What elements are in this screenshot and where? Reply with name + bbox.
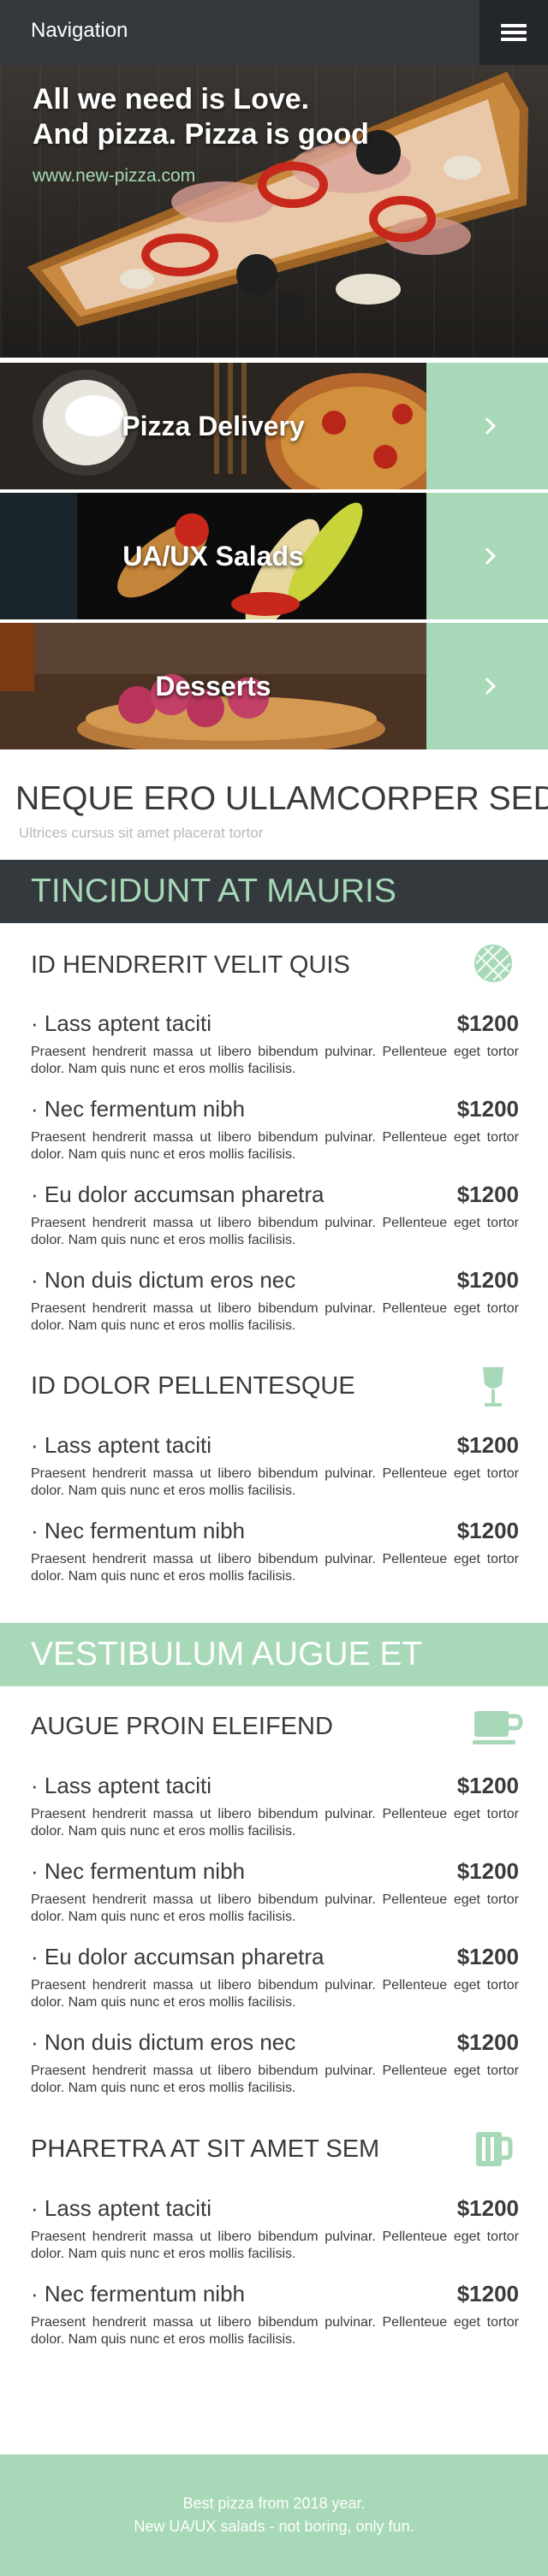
item-name: · Non duis dictum eros nec [31,1267,296,1293]
item-name: · Nec fermentum nibh [31,1096,245,1122]
menu-button[interactable] [480,0,548,65]
hero-title: All we need is Love. And pizza. Pizza is… [33,83,369,151]
menu-item[interactable]: · Lass aptent taciti $1200 Praesent hendr… [31,1773,519,1840]
item-name: · Nec fermentum nibh [31,2281,245,2307]
item-description: Praesent hendrerit massa ut libero biben… [31,2064,519,2095]
menu-item[interactable]: · Nec fermentum nibh $1200 Praesent hendr… [31,1518,519,1585]
menu-item[interactable]: · Lass aptent taciti $1200 Praesent hendr… [31,1010,519,1078]
item-description: Praesent hendrerit massa ut libero biben… [31,1466,519,1498]
category-label: Pizza Delivery [122,410,305,441]
category-label: Desserts [155,670,271,702]
wine-glass-icon [483,1367,503,1406]
nav-title[interactable]: Navigation [31,19,128,43]
chevron-right-icon [479,548,496,565]
section-title-bar: VESTIBULUM AUGUE ET [0,1623,548,1686]
item-description: Praesent hendrerit massa ut libero biben… [31,2230,519,2261]
item-description: Praesent hendrerit massa ut libero biben… [31,2315,519,2347]
item-description: Praesent hendrerit massa ut libero biben… [31,1892,519,1924]
footer-line-2: New UA/UX salads - not boring, only fun. [134,2518,414,2535]
item-description: Praesent hendrerit massa ut libero biben… [31,1045,519,1076]
menu-item[interactable]: · Lass aptent taciti $1200 Praesent hendr… [31,2195,519,2263]
top-nav: Navigation [0,0,548,65]
item-name: · Nec fermentum nibh [31,1518,245,1543]
item-description: Praesent hendrerit massa ut libero biben… [31,1552,519,1584]
page-subheadline: Ultrices cursus sit amet placerat tortor [19,825,264,841]
item-price: $1200 [456,1267,519,1293]
item-description: Praesent hendrerit massa ut libero biben… [31,1130,519,1162]
category-arrow-button[interactable] [426,623,548,749]
category-desserts[interactable]: Desserts [0,623,548,749]
footer-line-1: Best pizza from 2018 year. [182,2495,366,2512]
menu-group-title: ID HENDRERIT VELIT QUIS [31,951,350,979]
item-description: Praesent hendrerit massa ut libero biben… [31,1301,519,1333]
menu-item[interactable]: · Eu dolor accumsan pharetra $1200 Praese… [31,1181,519,1249]
category-pizza-delivery[interactable]: Pizza Delivery [0,363,548,489]
item-name: · Lass aptent taciti [31,2195,211,2221]
item-price: $1200 [456,1773,519,1798]
menu-item[interactable]: · Eu dolor accumsan pharetra $1200 Praese… [31,1944,519,2011]
footer: Best pizza from 2018 year. New UA/UX sal… [0,2455,548,2576]
beer-mug-icon [476,2132,513,2166]
item-description: Praesent hendrerit massa ut libero biben… [31,1216,519,1247]
menu-item[interactable]: · Lass aptent taciti $1200 Praesent hendr… [31,1432,519,1500]
hero-banner: All we need is Love. And pizza. Pizza is… [0,65,548,358]
page-headline: NEQUE ERO ULLAMCORPER SED [15,780,548,817]
item-price: $1200 [456,2195,519,2221]
menu-item[interactable]: · Nec fermentum nibh $1200 Praesent hendr… [31,1858,519,1926]
item-description: Praesent hendrerit massa ut libero biben… [31,1807,519,1839]
item-name: · Lass aptent taciti [31,1432,211,1458]
menu-group-title: AUGUE PROIN ELEIFEND [31,1713,333,1740]
category-label: UA/UX Salads [122,540,304,571]
category-arrow-button[interactable] [426,363,548,489]
item-name: · Lass aptent taciti [31,1010,211,1036]
category-arrow-button[interactable] [426,493,548,619]
item-price: $1200 [456,1432,519,1458]
chevron-right-icon [479,678,496,695]
item-name: · Non duis dictum eros nec [31,2029,296,2055]
item-price: $1200 [456,1010,519,1036]
coffee-cup-icon [473,1711,523,1744]
item-price: $1200 [456,1096,519,1122]
menu-item[interactable]: · Non duis dictum eros nec $1200 Praesent… [31,2029,519,2097]
item-price: $1200 [456,2029,519,2055]
chevron-right-icon [479,417,496,435]
menu-item[interactable]: · Non duis dictum eros nec $1200 Praesent… [31,1267,519,1335]
menu-item[interactable]: · Nec fermentum nibh $1200 Praesent hendr… [31,1096,519,1164]
item-price: $1200 [456,1181,519,1207]
pizza-icon [474,945,512,982]
hamburger-menu-icon [501,24,527,41]
item-name: · Eu dolor accumsan pharetra [31,1944,325,1969]
item-price: $1200 [456,1858,519,1884]
category-salads[interactable]: UA/UX Salads [0,493,548,619]
section-title-bar: TINCIDUNT AT MAURIS [0,860,548,923]
item-name: · Lass aptent taciti [31,1773,211,1798]
item-price: $1200 [456,2281,519,2307]
item-description: Praesent hendrerit massa ut libero biben… [31,1978,519,2010]
item-name: · Nec fermentum nibh [31,1858,245,1884]
item-name: · Eu dolor accumsan pharetra [31,1181,325,1207]
menu-group-title: ID DOLOR PELLENTESQUE [31,1372,355,1400]
hero-link[interactable]: www.new-pizza.com [33,166,195,187]
menu-item[interactable]: · Nec fermentum nibh $1200 Praesent hendr… [31,2281,519,2348]
item-price: $1200 [456,1518,519,1543]
menu-group-title: PHARETRA AT SIT AMET SEM [31,2135,380,2163]
item-price: $1200 [456,1944,519,1969]
